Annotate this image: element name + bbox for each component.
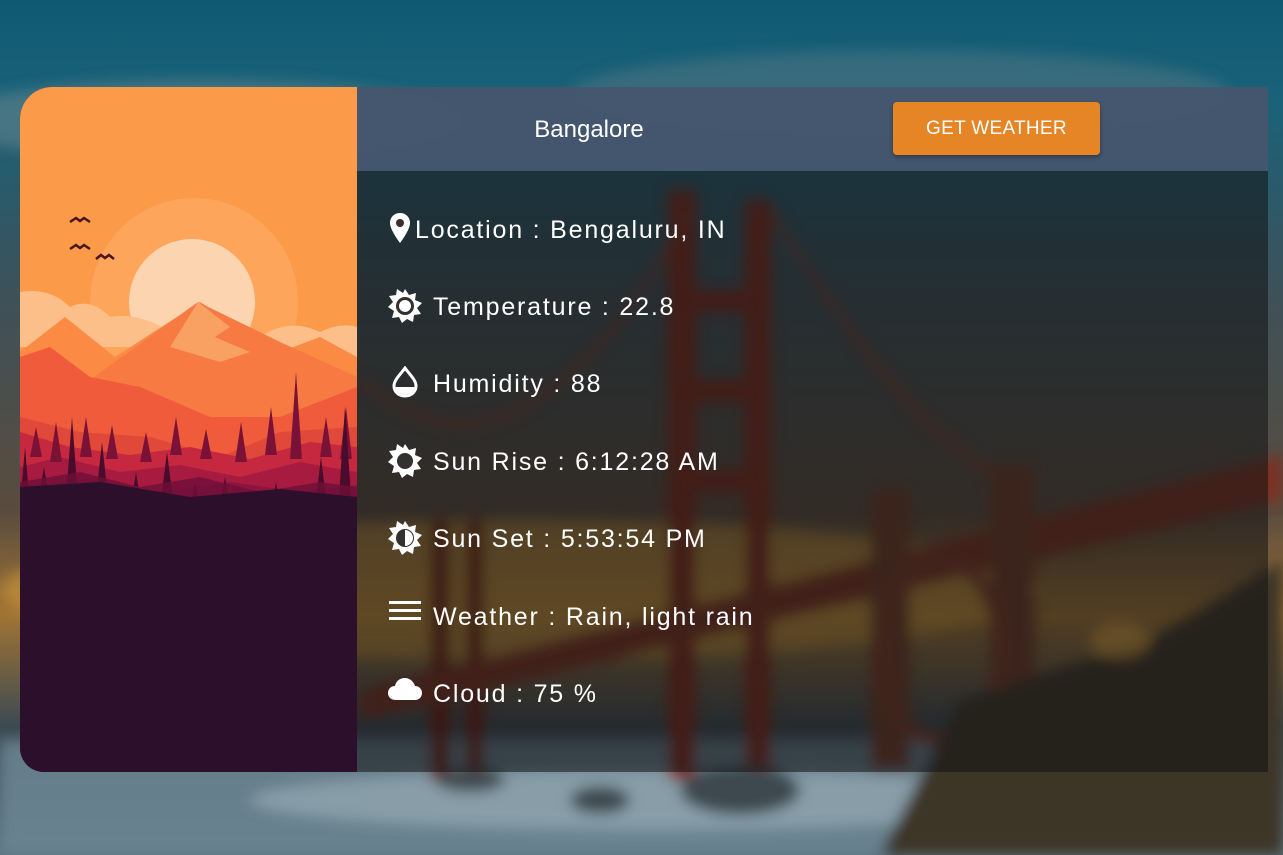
- humidity-text: Humidity : 88: [433, 369, 603, 398]
- sunset-illustration: [20, 87, 357, 772]
- map-pin-icon: [387, 212, 413, 248]
- weather-panel: GET WEATHER Location : Bengaluru, IN: [357, 87, 1268, 772]
- temperature-text: Temperature : 22.8: [433, 292, 676, 321]
- sun-icon: [387, 289, 423, 325]
- humidity-row: Humidity : 88: [387, 359, 602, 409]
- location-row: Location : Bengaluru, IN: [387, 205, 726, 255]
- city-input[interactable]: [397, 109, 781, 151]
- weather-description-text: Weather : Rain, light rain: [433, 602, 755, 631]
- cloud-text: Cloud : 75 %: [433, 679, 598, 708]
- get-weather-button[interactable]: GET WEATHER: [893, 102, 1100, 155]
- sunrise-icon: [387, 444, 423, 480]
- sunset-text: Sun Set : 5:53:54 PM: [433, 524, 707, 553]
- weather-description-row: Weather : Rain, light rain: [387, 592, 755, 642]
- sunrise-text: Sun Rise : 6:12:28 AM: [433, 447, 720, 476]
- sunset-icon: [387, 521, 423, 557]
- water-drop-icon: [387, 366, 423, 402]
- location-text: Location : Bengaluru, IN: [415, 215, 727, 244]
- search-bar: GET WEATHER: [357, 87, 1268, 171]
- temperature-row: Temperature : 22.8: [387, 282, 675, 332]
- cloud-row: Cloud : 75 %: [387, 669, 598, 719]
- weather-card: GET WEATHER Location : Bengaluru, IN: [20, 87, 1268, 772]
- cloud-icon: [387, 676, 423, 712]
- sunset-row: Sun Set : 5:53:54 PM: [387, 514, 707, 564]
- menu-lines-icon: [387, 599, 423, 635]
- sunrise-row: Sun Rise : 6:12:28 AM: [387, 437, 720, 487]
